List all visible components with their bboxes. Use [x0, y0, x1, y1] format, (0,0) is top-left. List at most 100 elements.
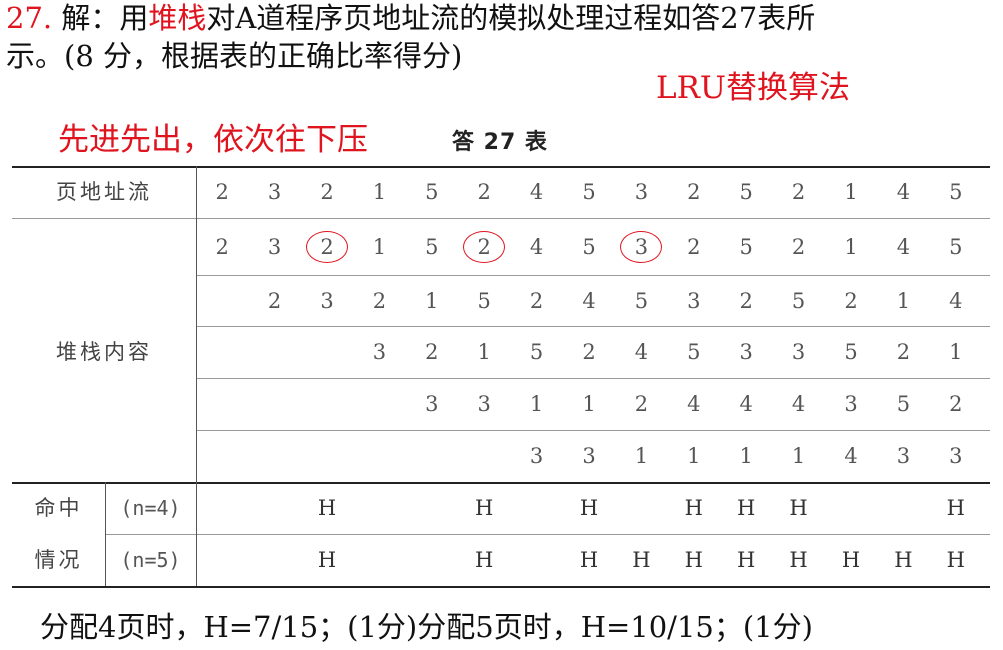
table-cell: H [894, 548, 913, 572]
table-cell: 1 [425, 288, 439, 313]
table-cell: 2 [687, 234, 701, 259]
table-cell: 3 [372, 340, 387, 364]
table-cell: 3 [267, 234, 282, 259]
table-cell: 5 [477, 288, 491, 313]
table-cell: 3 [739, 340, 753, 364]
question-segment: 堆栈 [148, 1, 207, 35]
table-cell: H [684, 548, 703, 572]
table-cell: 4 [529, 234, 544, 259]
table-cell: H [737, 548, 756, 572]
table-cell: H [789, 548, 808, 572]
row-label-stack: 堆栈内容 [56, 340, 152, 364]
hit-row-label: (n=5) [120, 548, 181, 572]
table-cell: 5 [739, 180, 753, 204]
table-cell: 3 [791, 340, 806, 364]
table-cell: 4 [739, 392, 753, 416]
table-cell: 1 [896, 288, 911, 313]
table-cell: 3 [529, 444, 544, 468]
question-line-2: 示。(8 分，根据表的正确比率得分) [6, 39, 463, 73]
table-cell: 4 [582, 288, 596, 313]
table-cell: H [579, 496, 599, 520]
hit-circle-annotation [620, 230, 663, 263]
table-cell: 2 [529, 288, 544, 313]
table-cell: H [841, 548, 861, 572]
table-cell: H [579, 548, 599, 572]
table-cell: 1 [844, 234, 858, 259]
table-cell: 1 [582, 392, 596, 416]
table-cell: H [317, 548, 337, 572]
question-segment: 对A道程序页地址流的模拟处理过程如答27表所 [206, 1, 816, 35]
table-cell: H [946, 496, 965, 520]
table-caption: 答 27 表 [452, 130, 548, 155]
table-cell: H [789, 496, 808, 520]
row-label-hit-cont: 情况 [34, 548, 83, 572]
table-cell: 3 [477, 392, 491, 416]
table-cell: 2 [215, 180, 229, 204]
table-cell: 4 [896, 234, 911, 259]
table-cell: 2 [687, 180, 701, 204]
table-cell: 5 [896, 392, 911, 416]
table-cell: 4 [896, 180, 911, 204]
table-rule [12, 218, 990, 219]
table-cell: 1 [739, 444, 753, 468]
table-cell: 5 [425, 180, 439, 204]
table-cell: 2 [896, 340, 911, 364]
table-cell: 5 [739, 234, 753, 259]
table-cell: H [475, 548, 494, 572]
table-cell: H [317, 496, 337, 520]
table-rule [12, 586, 990, 588]
table-cell: H [475, 496, 494, 520]
hit-circle-annotation [306, 230, 348, 263]
table-cell: 5 [634, 288, 649, 313]
table-cell: 3 [844, 392, 858, 416]
table-cell: 5 [949, 234, 963, 259]
table-cell: 3 [634, 180, 649, 204]
table-cell: H [946, 548, 965, 572]
table-cell: 4 [844, 444, 858, 468]
fifo-push-annotation: 先进先出，依次往下压 [58, 122, 368, 158]
table-cell: 5 [582, 234, 596, 259]
table-cell: 3 [582, 444, 596, 468]
question-line-1: 27. 解：用堆栈对A道程序页地址流的模拟处理过程如答27表所 [6, 0, 815, 36]
table-cell: 4 [687, 392, 701, 416]
table-cell: H [632, 548, 651, 572]
table-cell: 3 [896, 444, 911, 468]
table-cell: 5 [582, 180, 596, 204]
table-cell: 5 [687, 340, 701, 364]
table-cell: 1 [529, 392, 544, 416]
table-cell: H [737, 496, 756, 520]
table-cell: 2 [267, 288, 282, 313]
table-cell: H [684, 496, 703, 520]
table-cell: 3 [267, 180, 282, 204]
table-cell: 2 [844, 288, 858, 313]
table-cell: 4 [634, 340, 649, 364]
hit-circle-annotation [463, 230, 506, 263]
table-cell: 2 [477, 180, 491, 204]
table-cell: 1 [791, 444, 806, 468]
row-label-hit: 命中 [34, 496, 83, 520]
table-cell: 3 [320, 288, 334, 313]
table-cell: 1 [634, 444, 649, 468]
table-cell: 2 [215, 234, 229, 259]
lru-annotation: LRU替换算法 [656, 70, 851, 106]
table-cell: 2 [739, 288, 753, 313]
table-cell: 2 [634, 392, 649, 416]
table-cell: 3 [949, 444, 963, 468]
table-cell: 2 [791, 180, 806, 204]
table-cell: 5 [949, 180, 963, 204]
table-cell: 5 [844, 340, 858, 364]
hit-row-label: (n=4) [120, 496, 181, 520]
table-cell: 5 [529, 340, 544, 364]
table-cell: 3 [687, 288, 701, 313]
table-cell: 2 [372, 288, 387, 313]
table-cell: 3 [425, 392, 439, 416]
table-cell: 5 [425, 234, 439, 259]
table-cell: 2 [949, 392, 963, 416]
table-cell: 4 [529, 180, 544, 204]
table-cell: 2 [791, 234, 806, 259]
table-cell: 1 [372, 180, 387, 204]
table-cell: 2 [320, 180, 334, 204]
table-cell: 1 [687, 444, 701, 468]
question-segment: 27. [6, 1, 53, 35]
table-cell: 1 [477, 340, 491, 364]
